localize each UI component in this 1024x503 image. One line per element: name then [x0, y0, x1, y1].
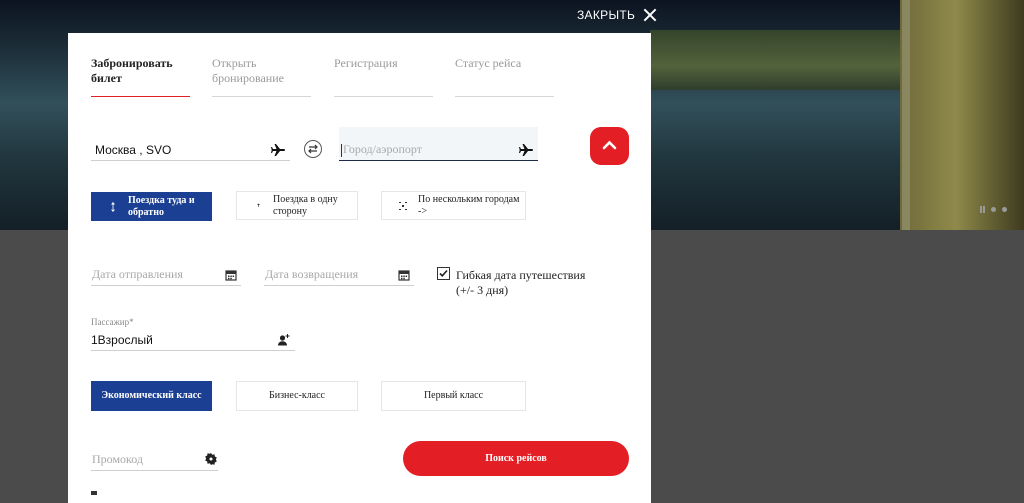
text-caret: [341, 144, 342, 157]
class-business[interactable]: Бизнес-класс: [236, 381, 358, 411]
hero-treeline: [650, 30, 900, 90]
flexible-date-checkbox[interactable]: [437, 267, 450, 280]
class-economy[interactable]: Экономический класс: [91, 381, 212, 411]
flexible-date-label: Гибкая дата путешествия (+/- 3 дня): [456, 268, 586, 297]
tab-open-booking[interactable]: Открыть бронирование: [212, 56, 311, 97]
hero-post: [902, 0, 910, 230]
trip-type-round[interactable]: Поездка туда и обратно: [91, 192, 212, 221]
promo-code-field[interactable]: Промокод: [91, 449, 218, 471]
search-flights-button[interactable]: Поиск рейсов: [403, 441, 629, 476]
origin-value: Москва , SVO: [95, 143, 172, 157]
slider-dot[interactable]: [991, 207, 996, 212]
trip-type-label: Поездка в одну сторону: [273, 194, 338, 217]
close-label: ЗАКРЫТЬ: [577, 8, 636, 22]
calendar-icon[interactable]: [225, 269, 237, 281]
class-label: Первый класс: [423, 390, 484, 401]
tab-label: Статус рейса: [455, 56, 522, 70]
departure-date-field[interactable]: Дата отправления: [91, 265, 241, 286]
add-passenger-icon[interactable]: [277, 333, 291, 347]
class-label: Бизнес-класс: [268, 390, 325, 401]
return-date-field[interactable]: Дата возвращения: [264, 265, 414, 286]
departure-date-placeholder: Дата отправления: [92, 267, 183, 281]
return-date-placeholder: Дата возвращения: [265, 267, 359, 281]
multi-arrows-icon: [399, 202, 407, 210]
trip-type-label: Поездка туда и обратно: [128, 195, 195, 218]
tab-flight-status[interactable]: Статус рейса: [455, 56, 554, 97]
tab-label: Забронировать билет: [91, 56, 173, 85]
slider-dot[interactable]: [1002, 207, 1007, 212]
destination-placeholder: Город/аэропорт: [343, 142, 422, 156]
trip-type-oneway[interactable]: Поездка в одну сторону: [236, 191, 358, 220]
passenger-value: 1Взрослый: [91, 333, 153, 347]
passenger-label: Пассажир*: [91, 317, 134, 327]
destination-field[interactable]: Город/аэропорт: [339, 127, 538, 161]
tab-label: Регистрация: [334, 56, 398, 70]
gear-badge-icon: [205, 453, 217, 465]
passenger-field[interactable]: 1Взрослый: [91, 329, 295, 351]
plane-icon: [271, 144, 285, 156]
slider-controls[interactable]: [980, 206, 1007, 213]
close-icon[interactable]: [643, 8, 657, 22]
swap-route-button[interactable]: [304, 140, 322, 158]
promo-code-placeholder: Промокод: [92, 452, 144, 466]
search-flights-label: Поиск рейсов: [485, 453, 547, 464]
single-arrow-icon: [257, 203, 260, 207]
collapse-button[interactable]: [590, 127, 629, 165]
checkmark-icon: [439, 269, 448, 277]
hero-right-edge: [900, 0, 1024, 230]
up-down-arrows-icon: [111, 202, 115, 212]
trip-type-multicity[interactable]: По нескольким городам ->: [381, 191, 526, 220]
cut-off-text: [91, 491, 97, 495]
calendar-icon[interactable]: [398, 269, 410, 281]
swap-arrows-icon: [308, 144, 318, 154]
chevron-up-icon: [602, 140, 617, 150]
booking-modal: Забронировать билет Открыть бронирование…: [68, 33, 651, 503]
trip-type-label: По нескольким городам ->: [418, 194, 520, 217]
tab-check-in[interactable]: Регистрация: [334, 56, 433, 97]
origin-field[interactable]: Москва , SVO: [91, 137, 290, 161]
plane-icon: [519, 144, 533, 156]
close-button[interactable]: ЗАКРЫТЬ: [577, 8, 657, 22]
class-first[interactable]: Первый класс: [381, 381, 526, 411]
tab-book-ticket[interactable]: Забронировать билет: [91, 56, 190, 97]
tab-label: Открыть бронирование: [212, 56, 284, 85]
class-label: Экономический класс: [101, 390, 202, 401]
pause-icon[interactable]: [980, 206, 985, 213]
